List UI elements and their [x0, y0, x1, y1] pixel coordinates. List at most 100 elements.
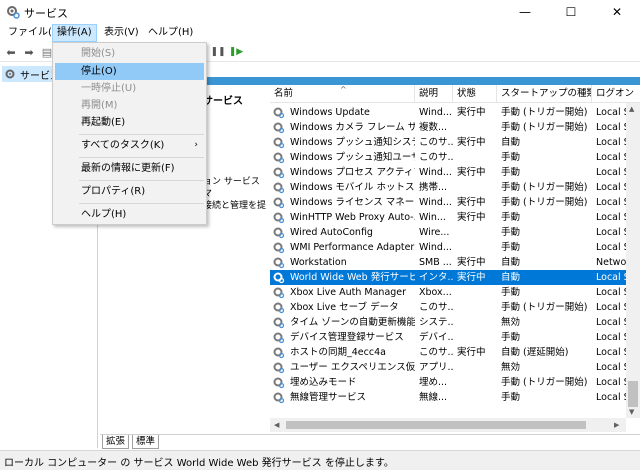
table-row[interactable]: Workstation SMB ... 実行中 自動 Networ — [270, 255, 640, 270]
menu-item-all-tasks[interactable]: すべてのタスク(K) › — [55, 137, 204, 154]
scroll-up-icon[interactable]: ▲ — [629, 105, 634, 113]
table-row[interactable]: ホストの同期_4ecc4a このサ... 実行中 自動 (遅延開始) Local S — [270, 345, 640, 360]
cell-desc: SMB ... — [419, 257, 452, 268]
cell-desc: デバイ... — [419, 332, 453, 343]
table-row[interactable]: Windows ライセンス マネージャ... Wind... 実行中 手動 (トリガー… — [270, 195, 640, 210]
cell-startup: 手動 (トリガー開始) — [501, 197, 588, 208]
table-row[interactable]: WMI Performance Adapter Wind... 手動 Local S — [270, 240, 640, 255]
vertical-scroll-thumb[interactable] — [628, 381, 638, 407]
menu-item-start[interactable]: 開始(S) — [55, 45, 204, 62]
cell-desc: このサ... — [419, 152, 453, 163]
table-row[interactable]: ユーザー エクスペリエンス仮想化...アプリ...無効Local S — [270, 360, 640, 375]
cell-desc: 携帯... — [419, 182, 448, 193]
menu-item-properties[interactable]: プロパティ(R) — [55, 183, 204, 200]
cell-desc: Win... — [419, 212, 446, 223]
menu-separator — [79, 203, 204, 204]
column-logon[interactable]: ログオン — [592, 85, 640, 103]
service-gear-icon — [273, 272, 285, 284]
table-row[interactable]: 埋め込みモード 埋め... 手動 (トリガー開始) Local S — [270, 375, 640, 390]
minimize-button[interactable]: — — [502, 0, 548, 24]
horizontal-scrollbar[interactable]: ◀ ▶ — [270, 418, 626, 432]
table-row[interactable]: Windows カメラ フレーム サーバー複数...手動 (トリガー開始)Loc… — [270, 120, 640, 135]
menu-help[interactable]: ヘルプ(H) — [144, 24, 197, 42]
resume-icon[interactable]: ❚▶ — [229, 45, 243, 59]
cell-startup: 自動 (遅延開始) — [501, 347, 569, 358]
menu-item-help[interactable]: ヘルプ(H) — [55, 206, 204, 223]
cell-desc: インタ... — [419, 272, 453, 283]
cell-status — [453, 285, 497, 300]
table-row[interactable]: Windows プッシュ通知システム...このサ...実行中自動Local S — [270, 135, 640, 150]
column-description[interactable]: 説明 — [415, 85, 453, 103]
cell-startup: 手動 (トリガー開始) — [501, 107, 588, 118]
submenu-arrow-icon: › — [194, 140, 198, 150]
service-gear-icon — [273, 182, 285, 194]
table-row[interactable]: WinHTTP Web Proxy Auto-... Win... 実行中 手動 Loc… — [270, 210, 640, 225]
table-row[interactable]: Windows Update Wind... 実行中 手動 (トリガー開始) Local… — [270, 105, 640, 120]
menu-item-stop[interactable]: 停止(O) — [55, 63, 204, 80]
cell-name: Windows プッシュ通知ユーザー... — [290, 152, 415, 163]
menu-item-refresh[interactable]: 最新の情報に更新(F) — [55, 160, 204, 177]
cell-desc: Wind... — [419, 242, 452, 253]
cell-startup: 無効 — [501, 317, 521, 328]
cell-startup: 手動 (トリガー開始) — [501, 182, 588, 193]
table-row[interactable]: 無線管理サービス 無線... 手動 Local S — [270, 390, 640, 405]
cell-startup: 手動 (トリガー開始) — [501, 377, 588, 388]
cell-startup: 自動 — [501, 257, 521, 268]
menu-item-resume[interactable]: 再開(M) — [55, 97, 204, 114]
service-gear-icon — [273, 212, 285, 224]
forward-arrow-icon[interactable]: ➡ — [22, 45, 36, 59]
table-row[interactable]: Windows プッシュ通知ユーザー...このサ...手動Local S — [270, 150, 640, 165]
menu-view[interactable]: 表示(V) — [100, 24, 143, 42]
cell-status: 実行中 — [457, 167, 486, 178]
pause-icon[interactable]: ❚❚ — [210, 45, 225, 59]
cell-desc: このサ... — [419, 302, 453, 313]
service-gear-icon — [273, 227, 285, 239]
table-row[interactable]: Xbox Live セーブ データ このサ... 手動 (トリガー開始) Local … — [270, 300, 640, 315]
menu-action[interactable]: 操作(A) — [52, 24, 97, 42]
table-row[interactable]: タイム ゾーンの自動更新機能 システ... 無効 Local S — [270, 315, 640, 330]
service-gear-icon — [273, 287, 285, 299]
cell-name: デバイス管理登録サービス — [290, 332, 404, 343]
cell-status — [453, 315, 497, 330]
maximize-button[interactable]: ☐ — [548, 0, 594, 24]
cell-startup: 自動 — [501, 272, 521, 283]
service-gear-icon — [273, 197, 285, 209]
cell-status — [453, 240, 497, 255]
view-tabs: 拡張 標準 — [100, 434, 640, 449]
scroll-left-icon[interactable]: ◀ — [274, 421, 279, 429]
window-title: サービス — [24, 7, 68, 20]
cell-name: World Wide Web 発行サービス — [290, 272, 415, 283]
menu-item-restart[interactable]: 再起動(E) — [55, 114, 204, 131]
tab-extended[interactable]: 拡張 — [102, 435, 130, 449]
table-row[interactable]: Windows プロセス アクティブ化...Wind...実行中手動Local … — [270, 165, 640, 180]
column-status[interactable]: 状態 — [453, 85, 497, 103]
table-row[interactable]: World Wide Web 発行サービス インタ... 実行中 自動 Local S — [270, 270, 640, 285]
service-gear-icon — [273, 347, 285, 359]
horizontal-scroll-thumb[interactable] — [286, 421, 586, 429]
status-text: ローカル コンピューター の サービス World Wide Web 発行サービ… — [4, 458, 394, 469]
cell-status — [453, 180, 497, 195]
table-row[interactable]: Xbox Live Auth Manager Xbox... 手動 Local S — [270, 285, 640, 300]
service-gear-icon — [273, 362, 285, 374]
cell-name: WinHTTP Web Proxy Auto-... — [290, 212, 415, 223]
table-row[interactable]: デバイス管理登録サービス デバイ... 手動 Local S — [270, 330, 640, 345]
back-arrow-icon[interactable]: ⬅ — [4, 45, 18, 59]
close-button[interactable]: ✕ — [594, 0, 640, 24]
column-startup-type[interactable]: スタートアップの種類 — [497, 85, 592, 103]
scroll-right-icon[interactable]: ▶ — [614, 421, 619, 429]
vertical-scrollbar[interactable]: ▲ ▼ — [626, 103, 640, 418]
table-row[interactable]: Wired AutoConfig Wire... 手動 Local S — [270, 225, 640, 240]
table-row[interactable]: Windows モバイル ホットスポッ...携帯...手動 (トリガー開始)Lo… — [270, 180, 640, 195]
cell-name: WMI Performance Adapter — [290, 242, 415, 253]
action-menu-dropdown: 開始(S) 停止(O) 一時停止(U) 再開(M) 再起動(E) すべてのタスク… — [52, 42, 207, 225]
cell-name: Windows プッシュ通知システム... — [290, 137, 415, 148]
scroll-down-icon[interactable]: ▼ — [629, 408, 634, 416]
menu-item-pause[interactable]: 一時停止(U) — [55, 80, 204, 97]
cell-status — [453, 375, 497, 390]
tab-standard[interactable]: 標準 — [132, 435, 160, 449]
cell-status — [453, 120, 497, 135]
cell-name: Windows ライセンス マネージャ... — [290, 197, 415, 208]
cell-status: 実行中 — [457, 212, 486, 223]
cell-startup: 手動 (トリガー開始) — [501, 302, 588, 313]
cell-status — [453, 150, 497, 165]
